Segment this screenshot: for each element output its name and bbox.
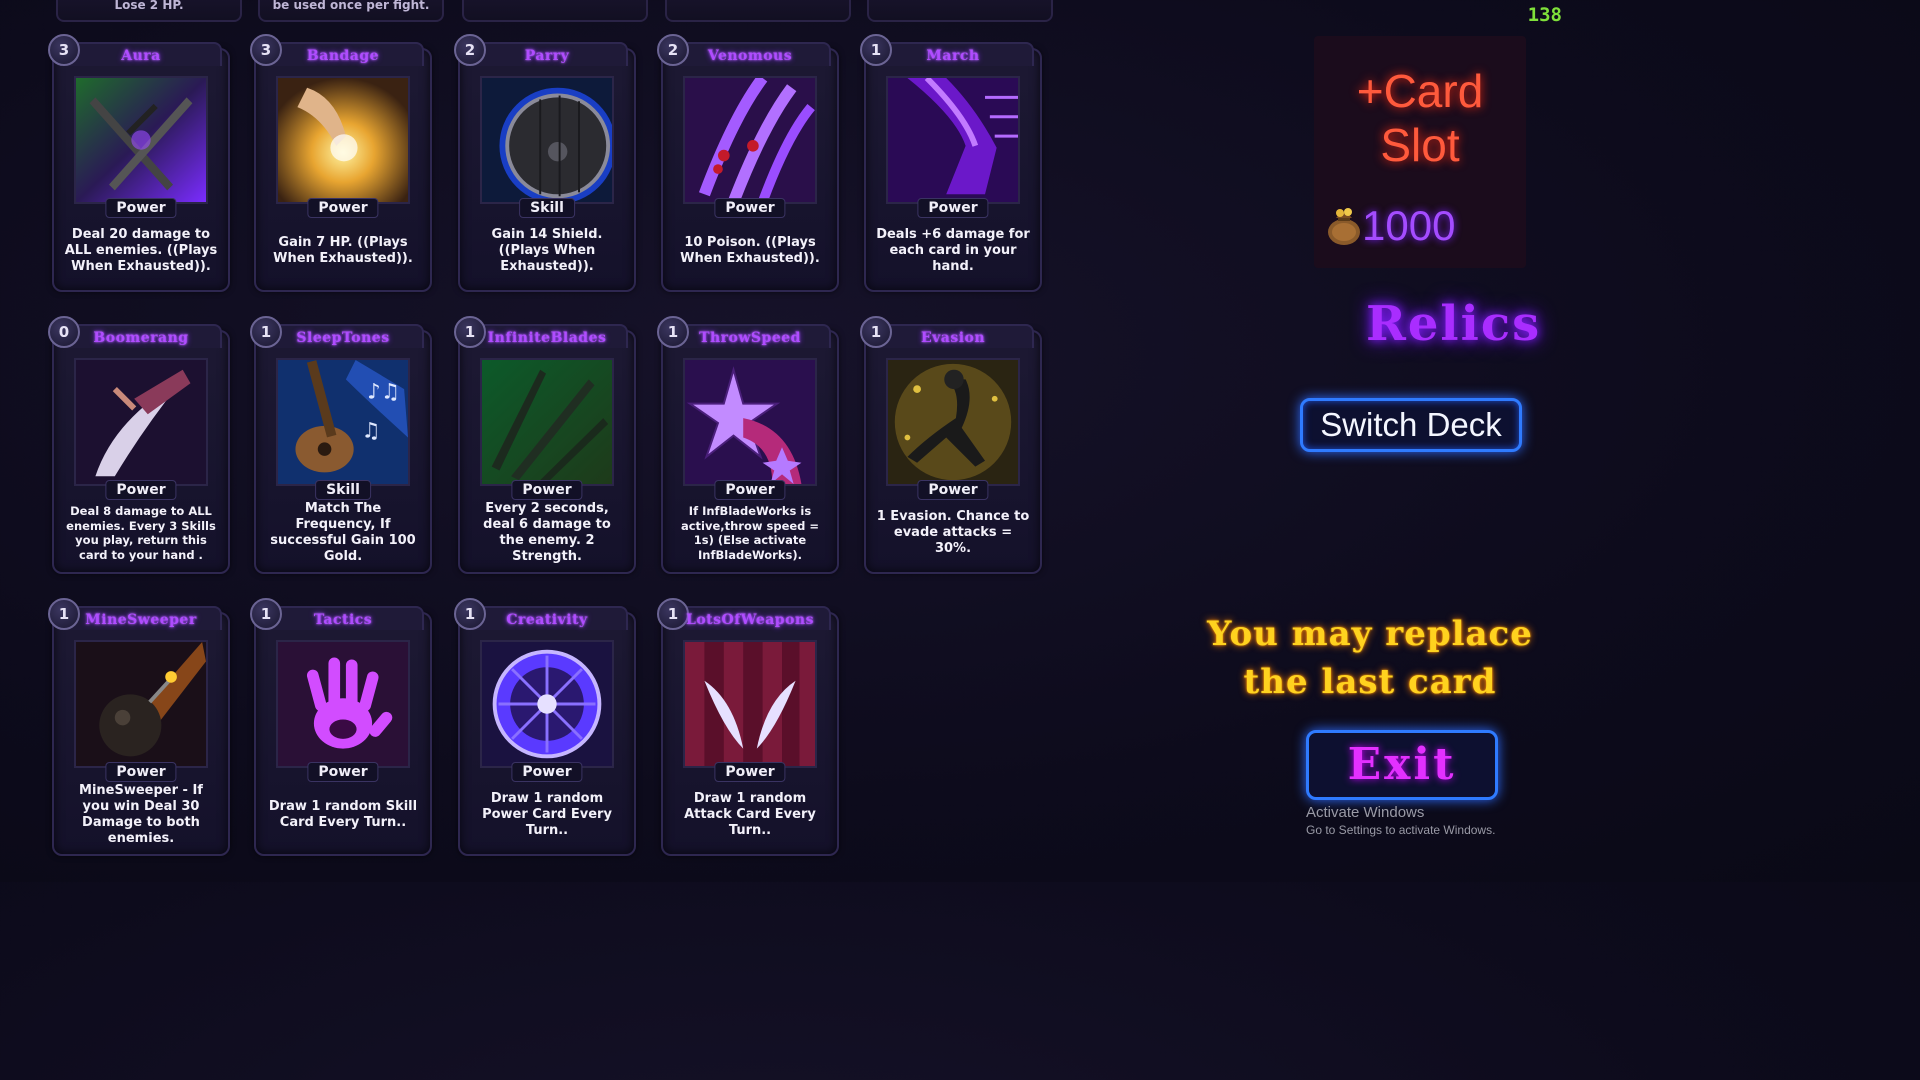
hint-line1: You may replace: [1207, 614, 1533, 654]
card-description: 10 Poison. ((Plays When Exhausted)).: [680, 235, 820, 266]
card-description: Draw 1 random Skill Card Every Turn..: [268, 799, 418, 830]
card-type-label: Power: [714, 762, 786, 782]
shop-price: 1000: [1362, 202, 1456, 249]
coin-bag-icon: [1328, 208, 1360, 245]
card-description: Draw 1 random Attack Card Every Turn..: [684, 791, 816, 838]
replace-hint: You may replace the last card: [1200, 610, 1540, 706]
card-type-label: Power: [714, 480, 786, 500]
svg-text:♫: ♫: [361, 419, 380, 444]
bomb-icon: [74, 640, 208, 768]
card-bandage[interactable]: 3 Bandage Power Gain 7 HP. ((Plays When …: [250, 34, 436, 292]
card-title: Venomous: [707, 48, 793, 64]
card-creativity[interactable]: 1 Creativity Power Draw 1 random Power C…: [454, 598, 640, 856]
svg-text:♪♫: ♪♫: [367, 380, 400, 405]
card-title: Bandage: [306, 48, 380, 64]
card-sleeptones[interactable]: 1 SleepTones ♪♫ ♫ Skill Match The Frequen…: [250, 316, 436, 574]
watermark-title: Activate Windows: [1306, 804, 1425, 821]
healing-hand-icon: [276, 76, 410, 204]
offscreen-card-text: be used once per fight.: [272, 0, 430, 12]
card-title: MineSweeper: [85, 612, 197, 628]
card-type-label: Power: [511, 762, 583, 782]
card-type-label: Power: [307, 762, 379, 782]
venom-claws-icon: [683, 76, 817, 204]
card-description: Every 2 seconds, deal 6 damage to the en…: [483, 501, 611, 564]
card-type-label: Skill: [315, 480, 371, 500]
switch-deck-button[interactable]: Switch Deck: [1300, 398, 1522, 452]
card-lotsofweapons[interactable]: 1 LotsOfWeapons Power Draw 1 random Atta…: [657, 598, 843, 856]
offscreen-card[interactable]: [462, 0, 648, 22]
marching-leg-icon: [886, 76, 1020, 204]
card-description: Gain 7 HP. ((Plays When Exhausted)).: [273, 235, 413, 266]
shop-title-line1: +Card: [1356, 65, 1484, 117]
card-type-label: Skill: [519, 198, 575, 218]
offscreen-card[interactable]: be used once per fight.: [258, 0, 444, 22]
card-description: 1 Evasion. Chance to evade attacks = 30%…: [876, 509, 1030, 556]
card-tactics[interactable]: 1 Tactics Power Draw 1 random Skill Card…: [250, 598, 436, 856]
card-description: MineSweeper - If you win Deal 30 Damage …: [79, 783, 203, 846]
evasion-figure-icon: [886, 358, 1020, 486]
guitar-icon: ♪♫ ♫: [276, 358, 410, 486]
card-description: Gain 14 Shield. ((Plays When Exhausted))…: [491, 227, 603, 274]
card-evasion[interactable]: 1 Evasion Power 1 Evasion. Chance to eva…: [860, 316, 1046, 574]
hint-line2: the last card: [1243, 662, 1497, 702]
card-title: Boomerang: [93, 330, 189, 346]
card-title: Tactics: [313, 612, 373, 628]
offscreen-card[interactable]: [665, 0, 851, 22]
shield-icon: [480, 76, 614, 204]
offscreen-card-text: Lose 2 HP.: [114, 0, 184, 12]
shuriken-icon: [683, 358, 817, 486]
card-description: Deals +6 damage for each card in your ha…: [876, 227, 1030, 274]
card-parry[interactable]: 2 Parry Skill Gain 14 Shield. ((Plays Wh…: [454, 34, 640, 292]
card-description: Deal 8 damage to ALL enemies. Every 3 Sk…: [66, 504, 216, 562]
card-title: March: [926, 48, 980, 64]
card-description: Match The Frequency, If successful Gain …: [270, 501, 416, 564]
card-venomous[interactable]: 2 Venomous Power 10 Poison. ((Plays When…: [657, 34, 843, 292]
card-type-label: Power: [105, 480, 177, 500]
card-description: Draw 1 random Power Card Every Turn..: [482, 791, 612, 838]
card-infiniteblades[interactable]: 1 InfiniteBlades Power Every 2 seconds, …: [454, 316, 640, 574]
card-description: Deal 20 damage to ALL enemies. ((Plays W…: [64, 227, 218, 274]
card-boomerang[interactable]: 0 Boomerang Power Deal 8 damage to ALL e…: [48, 316, 234, 574]
blades-icon: [480, 358, 614, 486]
daggers-icon: [74, 76, 208, 204]
card-march[interactable]: 1 March Power Deals +6 damage for each c…: [860, 34, 1046, 292]
card-throwspeed[interactable]: 1 ThrowSpeed Power If InfBladeWorks is a…: [657, 316, 843, 574]
card-title: LotsOfWeapons: [686, 612, 814, 628]
card-title: SleepTones: [296, 330, 390, 346]
watermark-subtitle: Go to Settings to activate Windows.: [1306, 823, 1496, 837]
card-type-label: Power: [105, 762, 177, 782]
card-title: Parry: [524, 48, 570, 64]
offscreen-card[interactable]: [867, 0, 1053, 22]
offscreen-card[interactable]: Lose 2 HP.: [56, 0, 242, 22]
card-title: Creativity: [506, 612, 588, 628]
card-title: Evasion: [920, 330, 986, 346]
shop-title: +Card Slot: [1314, 64, 1526, 172]
card-type-label: Power: [917, 480, 989, 500]
card-type-label: Power: [511, 480, 583, 500]
card-description: If InfBladeWorks is active,throw speed =…: [680, 504, 820, 562]
card-aura[interactable]: 3 Aura Power Deal 20 damage to ALL enemi…: [48, 34, 234, 292]
card-title: Aura: [121, 48, 161, 64]
exit-button[interactable]: Exit: [1306, 730, 1498, 800]
card-minesweeper[interactable]: 1 MineSweeper Power MineSweeper - If you…: [48, 598, 234, 856]
card-type-label: Power: [105, 198, 177, 218]
boomerang-icon: [74, 358, 208, 486]
shop-title-line2: Slot: [1380, 119, 1460, 171]
handprint-icon: [276, 640, 410, 768]
card-type-label: Power: [917, 198, 989, 218]
card-type-label: Power: [714, 198, 786, 218]
card-title: ThrowSpeed: [699, 330, 801, 346]
add-card-slot-button[interactable]: +Card Slot 1000: [1314, 36, 1526, 268]
vortex-icon: [480, 640, 614, 768]
curtain-eyes-icon: [683, 640, 817, 768]
fps-counter: 138: [1527, 4, 1562, 26]
card-type-label: Power: [307, 198, 379, 218]
relics-button[interactable]: Relics: [1366, 296, 1541, 352]
activate-windows-watermark: Activate Windows Go to Settings to activ…: [1306, 804, 1495, 837]
card-title: InfiniteBlades: [487, 330, 607, 346]
